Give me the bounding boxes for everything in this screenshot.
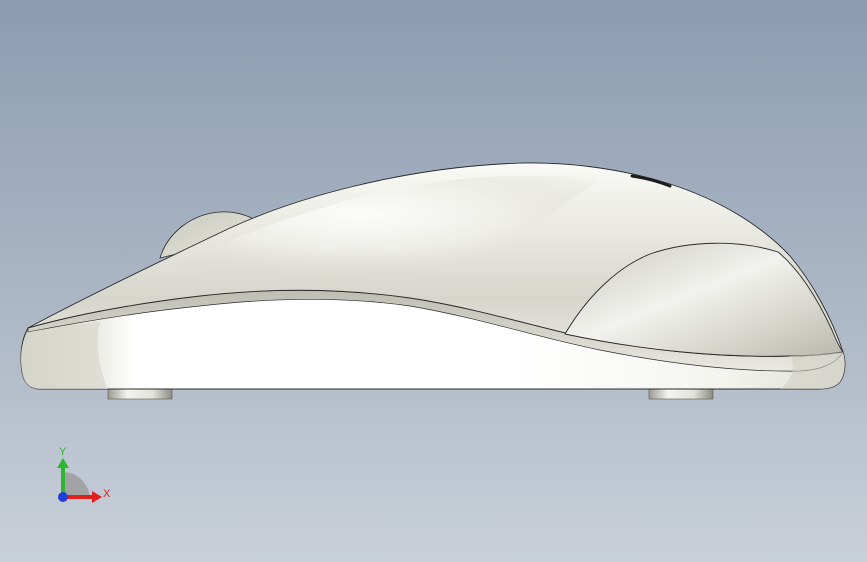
y-axis-label: Y [59,446,67,458]
front-foot [107,388,173,400]
rear-foot [648,388,714,400]
cad-graphics-viewport[interactable]: Y X [0,0,867,562]
x-axis-label: X [103,488,111,500]
front-nose-shading [20,322,109,389]
z-axis-origin [58,492,68,502]
